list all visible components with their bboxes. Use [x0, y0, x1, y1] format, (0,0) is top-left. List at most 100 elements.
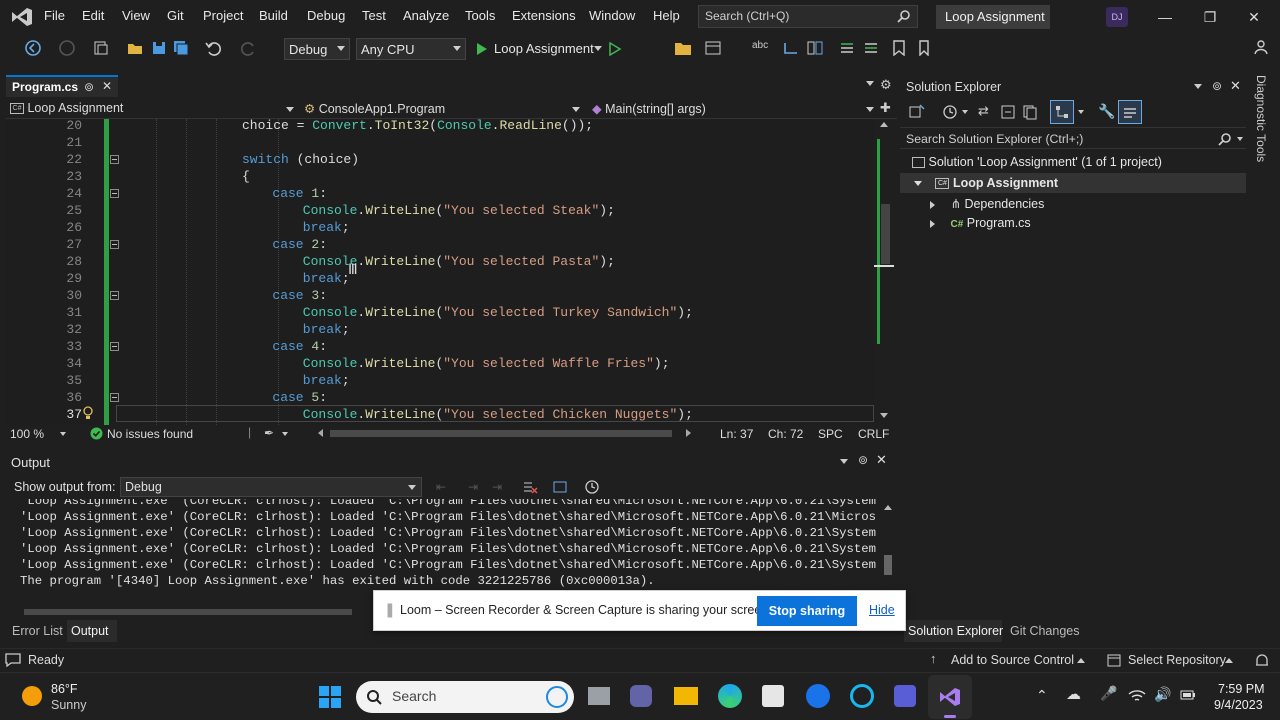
scroll-thumb[interactable] [881, 204, 890, 264]
menu-analyze[interactable]: Analyze [403, 8, 449, 26]
output-scroll-up-icon[interactable] [884, 505, 892, 510]
tree-dependencies[interactable]: ⋔ Dependencies [930, 196, 1044, 211]
tray-overflow-icon[interactable]: ⌃ [1036, 687, 1048, 704]
platform-select[interactable]: Any CPU [356, 38, 466, 60]
expand-down-icon[interactable] [914, 181, 922, 187]
bookmark-icon[interactable] [892, 40, 906, 56]
maximize-icon[interactable]: ❐ [1199, 6, 1221, 28]
configuration-select[interactable]: Debug [284, 38, 350, 60]
menu-tools[interactable]: Tools [465, 8, 495, 26]
hscroll-left-icon[interactable] [318, 429, 323, 437]
lightbulb-icon[interactable] [82, 406, 94, 420]
comment-icon[interactable] [838, 40, 856, 56]
app-icon[interactable] [894, 685, 916, 707]
visual-studio-taskbar-button[interactable] [928, 675, 972, 719]
windows-start-icon[interactable] [318, 685, 342, 709]
onedrive-cloud-icon[interactable]: ☁ [1066, 685, 1081, 703]
tab-program-cs[interactable]: Program.cs ⊚ ✕ [6, 75, 118, 97]
output-pin-icon[interactable]: ⊚ [858, 453, 868, 467]
save-icon[interactable] [150, 39, 168, 57]
bookmark-nav-icon[interactable] [918, 40, 936, 56]
split-editor-icon[interactable]: ✚ [880, 100, 891, 116]
clock-date[interactable]: 9/4/2023 [1214, 698, 1263, 712]
new-project-icon[interactable] [92, 39, 110, 57]
tree-solution[interactable]: Solution 'Loop Assignment' (1 of 1 proje… [912, 155, 1162, 169]
menu-help[interactable]: Help [653, 8, 680, 26]
se-close-icon[interactable]: ✕ [1230, 78, 1241, 94]
output-vertical-scrollbar[interactable] [879, 499, 897, 603]
issues-status[interactable]: No issues found [107, 427, 193, 441]
forward-icon[interactable] [58, 39, 76, 57]
start-without-debugging-icon[interactable] [608, 42, 622, 56]
hide-link[interactable]: Hide [869, 603, 895, 617]
start-debugging-button[interactable]: Loop Assignment [474, 38, 606, 60]
search-input[interactable]: Search (Ctrl+Q) [698, 5, 918, 28]
se-switch-dropdown-icon[interactable] [1078, 110, 1084, 114]
tab-output[interactable]: Output [71, 624, 109, 638]
project-dropdown[interactable]: C# Loop Assignment [6, 99, 298, 119]
uncomment-icon[interactable] [862, 40, 880, 56]
whitespace-indicator[interactable]: SPC [818, 427, 843, 441]
wifi-icon[interactable] [1128, 688, 1146, 704]
tab-solution-explorer[interactable]: Solution Explorer [908, 624, 1003, 638]
se-sync-icon[interactable] [908, 103, 926, 121]
select-repository-button[interactable]: Select Repository [1128, 653, 1226, 667]
fold-toggle-icon[interactable] [110, 291, 119, 300]
tab-error-list[interactable]: Error List [12, 624, 63, 638]
layout-icon[interactable] [704, 40, 722, 56]
se-search-input[interactable]: Search Solution Explorer (Ctrl+;) [900, 127, 1246, 149]
diagnostic-tools-side-tab[interactable]: Diagnostic Tools [1254, 75, 1280, 235]
menu-view[interactable]: View [122, 8, 150, 26]
se-collapse-all-icon[interactable] [1000, 104, 1016, 120]
fold-toggle-icon[interactable] [110, 342, 119, 351]
zoom-dropdown-icon[interactable] [60, 432, 66, 436]
visual-studio-logo-icon[interactable] [10, 6, 34, 28]
line-indicator[interactable]: Ln: 37 [720, 427, 753, 441]
save-all-icon[interactable] [172, 39, 190, 57]
drag-handle-icon[interactable]: ❚ [384, 601, 396, 618]
line-ending-indicator[interactable]: CRLF [858, 427, 889, 441]
undo-icon[interactable] [204, 39, 222, 57]
menu-debug[interactable]: Debug [307, 8, 345, 26]
tab-close-icon[interactable]: ✕ [102, 79, 112, 93]
menu-file[interactable]: File [44, 8, 65, 26]
weather-sun-icon[interactable] [22, 686, 42, 706]
scroll-down-icon[interactable] [880, 413, 888, 418]
tree-program-cs[interactable]: C# Program.cs [930, 216, 1031, 230]
clock-time[interactable]: 7:59 PM [1218, 682, 1265, 696]
gear-icon[interactable]: ⚙ [880, 77, 892, 93]
wrench-icon[interactable]: 🔧 [1098, 103, 1115, 120]
notifications-icon[interactable] [1254, 653, 1270, 669]
hscroll-right-icon[interactable] [686, 429, 691, 437]
se-preview-button[interactable] [1118, 100, 1142, 124]
se-switch-views-button[interactable] [1050, 100, 1074, 124]
edge-browser-icon[interactable] [718, 684, 742, 708]
se-history-icon[interactable] [942, 104, 958, 120]
member-dropdown[interactable]: ◆ Main(string[] args) [588, 99, 878, 119]
output-horizontal-scroll-thumb[interactable] [24, 609, 352, 615]
brush-icon[interactable]: ✒ [264, 426, 274, 440]
weather-temp[interactable]: 86°F [51, 682, 78, 696]
class-dropdown[interactable]: ⚙ ConsoleApp1.Program [300, 99, 584, 119]
menu-build[interactable]: Build [259, 8, 288, 26]
clock-icon[interactable] [584, 479, 600, 495]
next-message-icon[interactable]: ⇥ [492, 480, 502, 494]
fold-toggle-icon[interactable] [110, 189, 119, 198]
microphone-icon[interactable]: 🎤 [1100, 685, 1117, 702]
scroll-up-icon[interactable] [880, 122, 888, 127]
step-icon[interactable] [782, 40, 800, 56]
se-menu-icon[interactable] [1194, 84, 1202, 89]
menu-git[interactable]: Git [167, 8, 184, 26]
cortana-icon[interactable] [850, 684, 874, 708]
repository-dropdown-icon[interactable] [1225, 658, 1233, 663]
weather-condition[interactable]: Sunny [51, 698, 86, 712]
tab-git-changes[interactable]: Git Changes [1010, 624, 1079, 638]
se-pin-icon[interactable]: ⊚ [1212, 79, 1222, 93]
output-menu-icon[interactable] [840, 459, 848, 464]
spell-check-icon[interactable]: abc [752, 40, 768, 51]
output-source-select[interactable]: Debug [120, 477, 422, 497]
source-control-dropdown-icon[interactable] [1077, 658, 1085, 663]
folder-tools-icon[interactable] [674, 40, 692, 56]
output-close-icon[interactable]: ✕ [876, 452, 887, 468]
task-view-icon[interactable] [588, 687, 610, 705]
